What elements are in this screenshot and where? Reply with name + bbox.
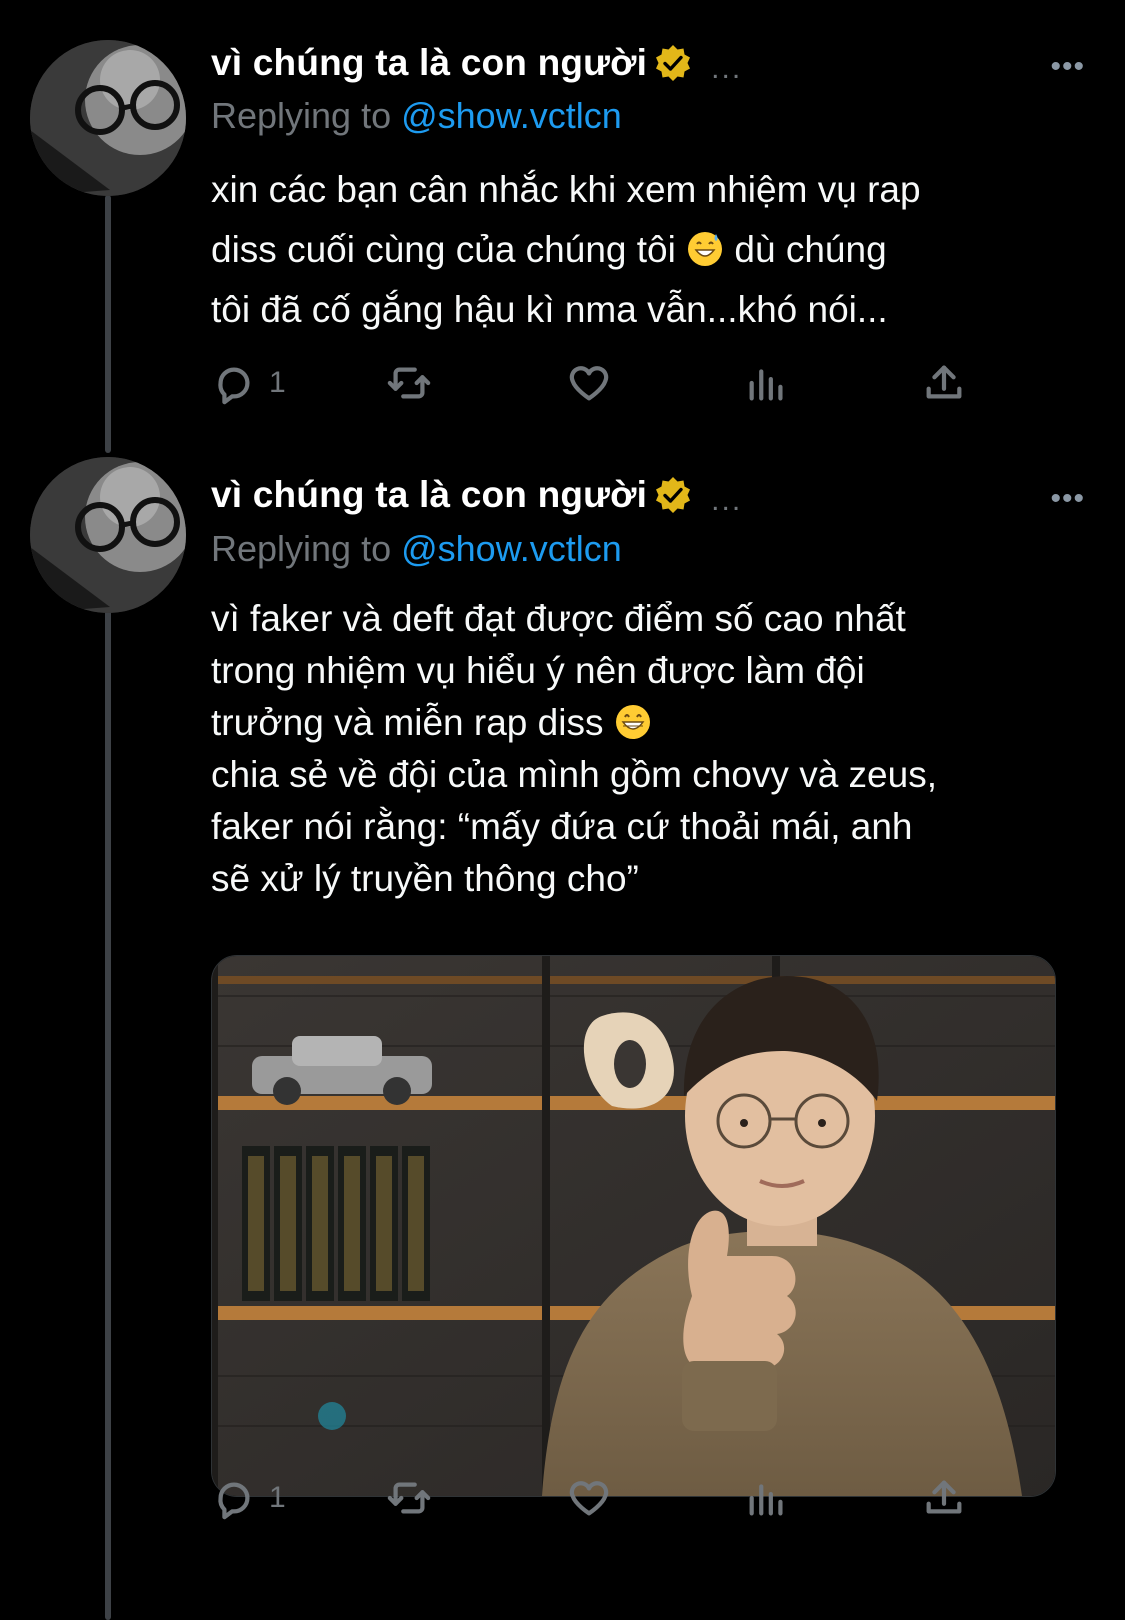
reply-count: 1: [269, 1481, 286, 1514]
tweet-text: xin các bạn cân nhắc khi xem nhiệm vụ ra…: [211, 160, 1091, 340]
author-name[interactable]: vì chúng ta là con người: [211, 42, 647, 84]
tweet-text-part: vì faker và deft đạt được điểm số cao nh…: [211, 598, 906, 743]
views-button[interactable]: [744, 1475, 790, 1521]
share-icon: [926, 365, 962, 399]
views-icon: [749, 1484, 783, 1516]
share-button[interactable]: [921, 1475, 967, 1521]
replying-to-handle[interactable]: @show.vctlcn: [401, 528, 622, 569]
like-icon: [569, 1481, 609, 1516]
views-button[interactable]: [744, 360, 790, 406]
like-icon: [569, 366, 609, 401]
replying-to-label: Replying to: [211, 95, 402, 136]
tweet-actions: 1: [211, 360, 991, 410]
replying-to-label: Replying to: [211, 528, 402, 569]
verified-badge-icon: [656, 45, 691, 81]
truncation-ellipsis: ...: [711, 484, 743, 517]
tweet-text: vì faker và deft đạt được điểm số cao nh…: [211, 593, 1091, 905]
replying-to-handle[interactable]: @show.vctlcn: [401, 95, 622, 136]
retweet-button[interactable]: [386, 1475, 432, 1521]
retweet-icon: [387, 367, 431, 399]
grinning-sweat-emoji: [688, 232, 723, 266]
like-button[interactable]: [566, 1475, 612, 1521]
avatar[interactable]: [30, 457, 186, 613]
reply-icon: [218, 367, 250, 405]
tweet[interactable]: vì chúng ta là con người ... ••• Replyin…: [0, 0, 1125, 455]
replying-to: Replying to @show.vctlcn: [211, 528, 622, 570]
tweet-photo[interactable]: [211, 955, 1056, 1497]
author-name[interactable]: vì chúng ta là con người: [211, 474, 647, 516]
verified-badge-icon: [656, 477, 691, 513]
tweet-actions: 1: [211, 1475, 991, 1525]
reply-icon: [218, 1482, 250, 1520]
avatar[interactable]: [30, 40, 186, 196]
reply-count: 1: [269, 366, 286, 399]
like-button[interactable]: [566, 360, 612, 406]
views-icon: [749, 369, 783, 401]
reply-button[interactable]: 1: [211, 360, 286, 406]
beaming-smile-emoji: [615, 705, 650, 739]
tweet-text-part: chia sẻ về đội của mình gồm chovy và zeu…: [211, 754, 937, 899]
truncation-ellipsis: ...: [711, 52, 743, 85]
reply-button[interactable]: 1: [211, 1475, 286, 1521]
more-options-button[interactable]: •••: [1050, 482, 1085, 516]
share-icon: [926, 1480, 962, 1514]
retweet-button[interactable]: [386, 360, 432, 406]
share-button[interactable]: [921, 360, 967, 406]
retweet-icon: [387, 1482, 431, 1514]
replying-to: Replying to @show.vctlcn: [211, 95, 622, 137]
more-options-button[interactable]: •••: [1050, 50, 1085, 84]
